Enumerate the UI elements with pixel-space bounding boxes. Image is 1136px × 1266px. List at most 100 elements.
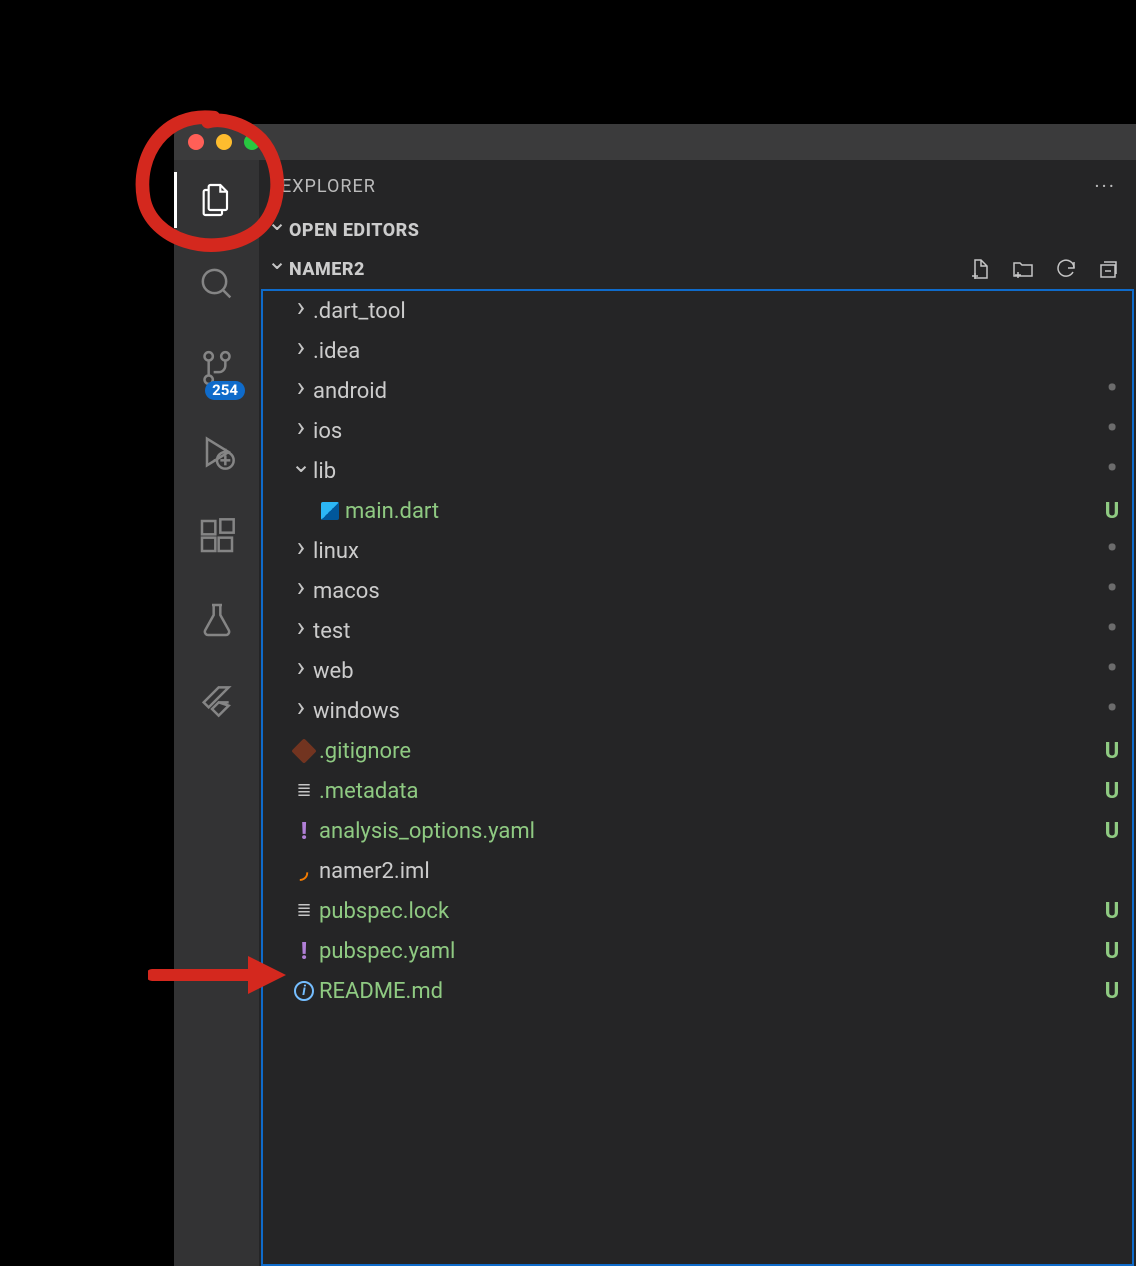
debug-icon <box>197 432 237 472</box>
tree-label: test <box>313 619 1092 644</box>
tree-label: pubspec.yaml <box>319 939 1092 964</box>
chevron-right-icon <box>297 619 305 644</box>
titlebar[interactable] <box>174 124 1136 160</box>
chevron-right-icon <box>297 579 305 604</box>
tree-label: namer2.iml <box>319 859 1092 884</box>
file-row[interactable]: ≣pubspec.lockU <box>263 891 1132 931</box>
tree-label: macos <box>313 579 1092 604</box>
flask-icon <box>197 600 237 640</box>
search-icon <box>197 264 237 304</box>
file-row[interactable]: !analysis_options.yamlU <box>263 811 1132 851</box>
folder-row[interactable]: .dart_tool <box>263 291 1132 331</box>
activity-search[interactable] <box>174 256 259 312</box>
tree-label: linux <box>313 539 1092 564</box>
new-file-icon[interactable] <box>968 257 992 281</box>
tree-label: .gitignore <box>319 739 1092 764</box>
untracked-status: U <box>1092 899 1132 924</box>
tree-label: main.dart <box>345 499 1092 524</box>
tree-label: .idea <box>313 339 1092 364</box>
folder-row[interactable]: test• <box>263 611 1132 651</box>
modified-dot-icon: • <box>1092 659 1132 683</box>
untracked-status: U <box>1092 979 1132 1004</box>
source-control-badge: 254 <box>205 381 245 400</box>
section-title: OPEN EDITORS <box>289 220 419 241</box>
folder-row[interactable]: windows• <box>263 691 1132 731</box>
folder-row[interactable]: linux• <box>263 531 1132 571</box>
tree-label: pubspec.lock <box>319 899 1092 924</box>
untracked-status: U <box>1092 499 1132 524</box>
file-row[interactable]: ≣ .metadataU <box>263 771 1132 811</box>
chevron-right-icon <box>297 659 305 684</box>
dart-file-icon <box>321 502 339 520</box>
panel-header: EXPLORER ··· <box>259 160 1136 212</box>
panel-more-icon[interactable]: ··· <box>1094 174 1116 198</box>
chevron-down-icon <box>291 459 311 484</box>
files-icon <box>197 180 237 220</box>
tree-label: README.md <box>319 979 1092 1004</box>
tree-label: android <box>313 379 1092 404</box>
flutter-icon <box>197 684 237 724</box>
activity-explorer[interactable] <box>174 172 259 228</box>
modified-dot-icon: • <box>1092 459 1132 483</box>
tree-label: lib <box>313 459 1092 484</box>
modified-dot-icon: • <box>1092 579 1132 603</box>
chevron-right-icon <box>297 299 305 324</box>
folder-row[interactable]: .idea <box>263 331 1132 371</box>
chevron-down-icon <box>267 221 287 240</box>
activity-debug[interactable] <box>174 424 259 480</box>
file-row[interactable]: iREADME.mdU <box>263 971 1132 1011</box>
collapse-all-icon[interactable] <box>1096 257 1120 281</box>
file-row[interactable]: ◞ namer2.iml <box>263 851 1132 891</box>
new-folder-icon[interactable] <box>1010 257 1036 281</box>
vscode-window: 254 <box>174 124 1136 1266</box>
window-minimize-button[interactable] <box>216 134 232 150</box>
file-row[interactable]: .gitignoreU <box>263 731 1132 771</box>
yaml-file-icon: ! <box>301 819 308 843</box>
chevron-right-icon <box>297 379 305 404</box>
tree-label: ios <box>313 419 1092 444</box>
project-name: NAMER2 <box>289 259 365 280</box>
modified-dot-icon: • <box>1092 619 1132 643</box>
panel-title: EXPLORER <box>281 176 376 197</box>
git-file-icon <box>291 738 316 763</box>
section-project[interactable]: NAMER2 <box>259 249 1136 289</box>
info-file-icon: i <box>294 981 314 1001</box>
window-body: 254 <box>174 160 1136 1266</box>
modified-dot-icon: • <box>1092 699 1132 723</box>
chevron-right-icon <box>297 539 305 564</box>
activity-source-control[interactable]: 254 <box>174 340 259 396</box>
modified-dot-icon: • <box>1092 379 1132 403</box>
file-tree: .dart_tool.ideaandroid•ios•lib•main.dart… <box>261 289 1134 1266</box>
modified-dot-icon: • <box>1092 419 1132 443</box>
tree-label: web <box>313 659 1092 684</box>
tree-label: analysis_options.yaml <box>319 819 1092 844</box>
activity-extensions[interactable] <box>174 508 259 564</box>
section-actions <box>968 257 1126 281</box>
refresh-icon[interactable] <box>1054 257 1078 281</box>
file-row[interactable]: main.dartU <box>263 491 1132 531</box>
window-close-button[interactable] <box>188 134 204 150</box>
chevron-down-icon <box>267 260 287 279</box>
folder-row[interactable]: android• <box>263 371 1132 411</box>
untracked-status: U <box>1092 739 1132 764</box>
untracked-status: U <box>1092 779 1132 804</box>
activity-testing[interactable] <box>174 592 259 648</box>
section-open-editors[interactable]: OPEN EDITORS <box>259 212 1136 249</box>
folder-row[interactable]: web• <box>263 651 1132 691</box>
iml-file-icon: ◞ <box>300 861 308 881</box>
tree-label: .metadata <box>319 779 1092 804</box>
folder-row[interactable]: lib• <box>263 451 1132 491</box>
window-zoom-button[interactable] <box>244 134 260 150</box>
file-row[interactable]: !pubspec.yamlU <box>263 931 1132 971</box>
folder-row[interactable]: macos• <box>263 571 1132 611</box>
folder-row[interactable]: ios• <box>263 411 1132 451</box>
tree-label: .dart_tool <box>313 299 1092 324</box>
tree-label: windows <box>313 699 1092 724</box>
chevron-right-icon <box>297 339 305 364</box>
untracked-status: U <box>1092 939 1132 964</box>
text-file-icon: ≣ <box>296 782 311 800</box>
chevron-right-icon <box>297 419 305 444</box>
activity-flutter[interactable] <box>174 676 259 732</box>
modified-dot-icon: • <box>1092 539 1132 563</box>
chevron-right-icon <box>297 699 305 724</box>
